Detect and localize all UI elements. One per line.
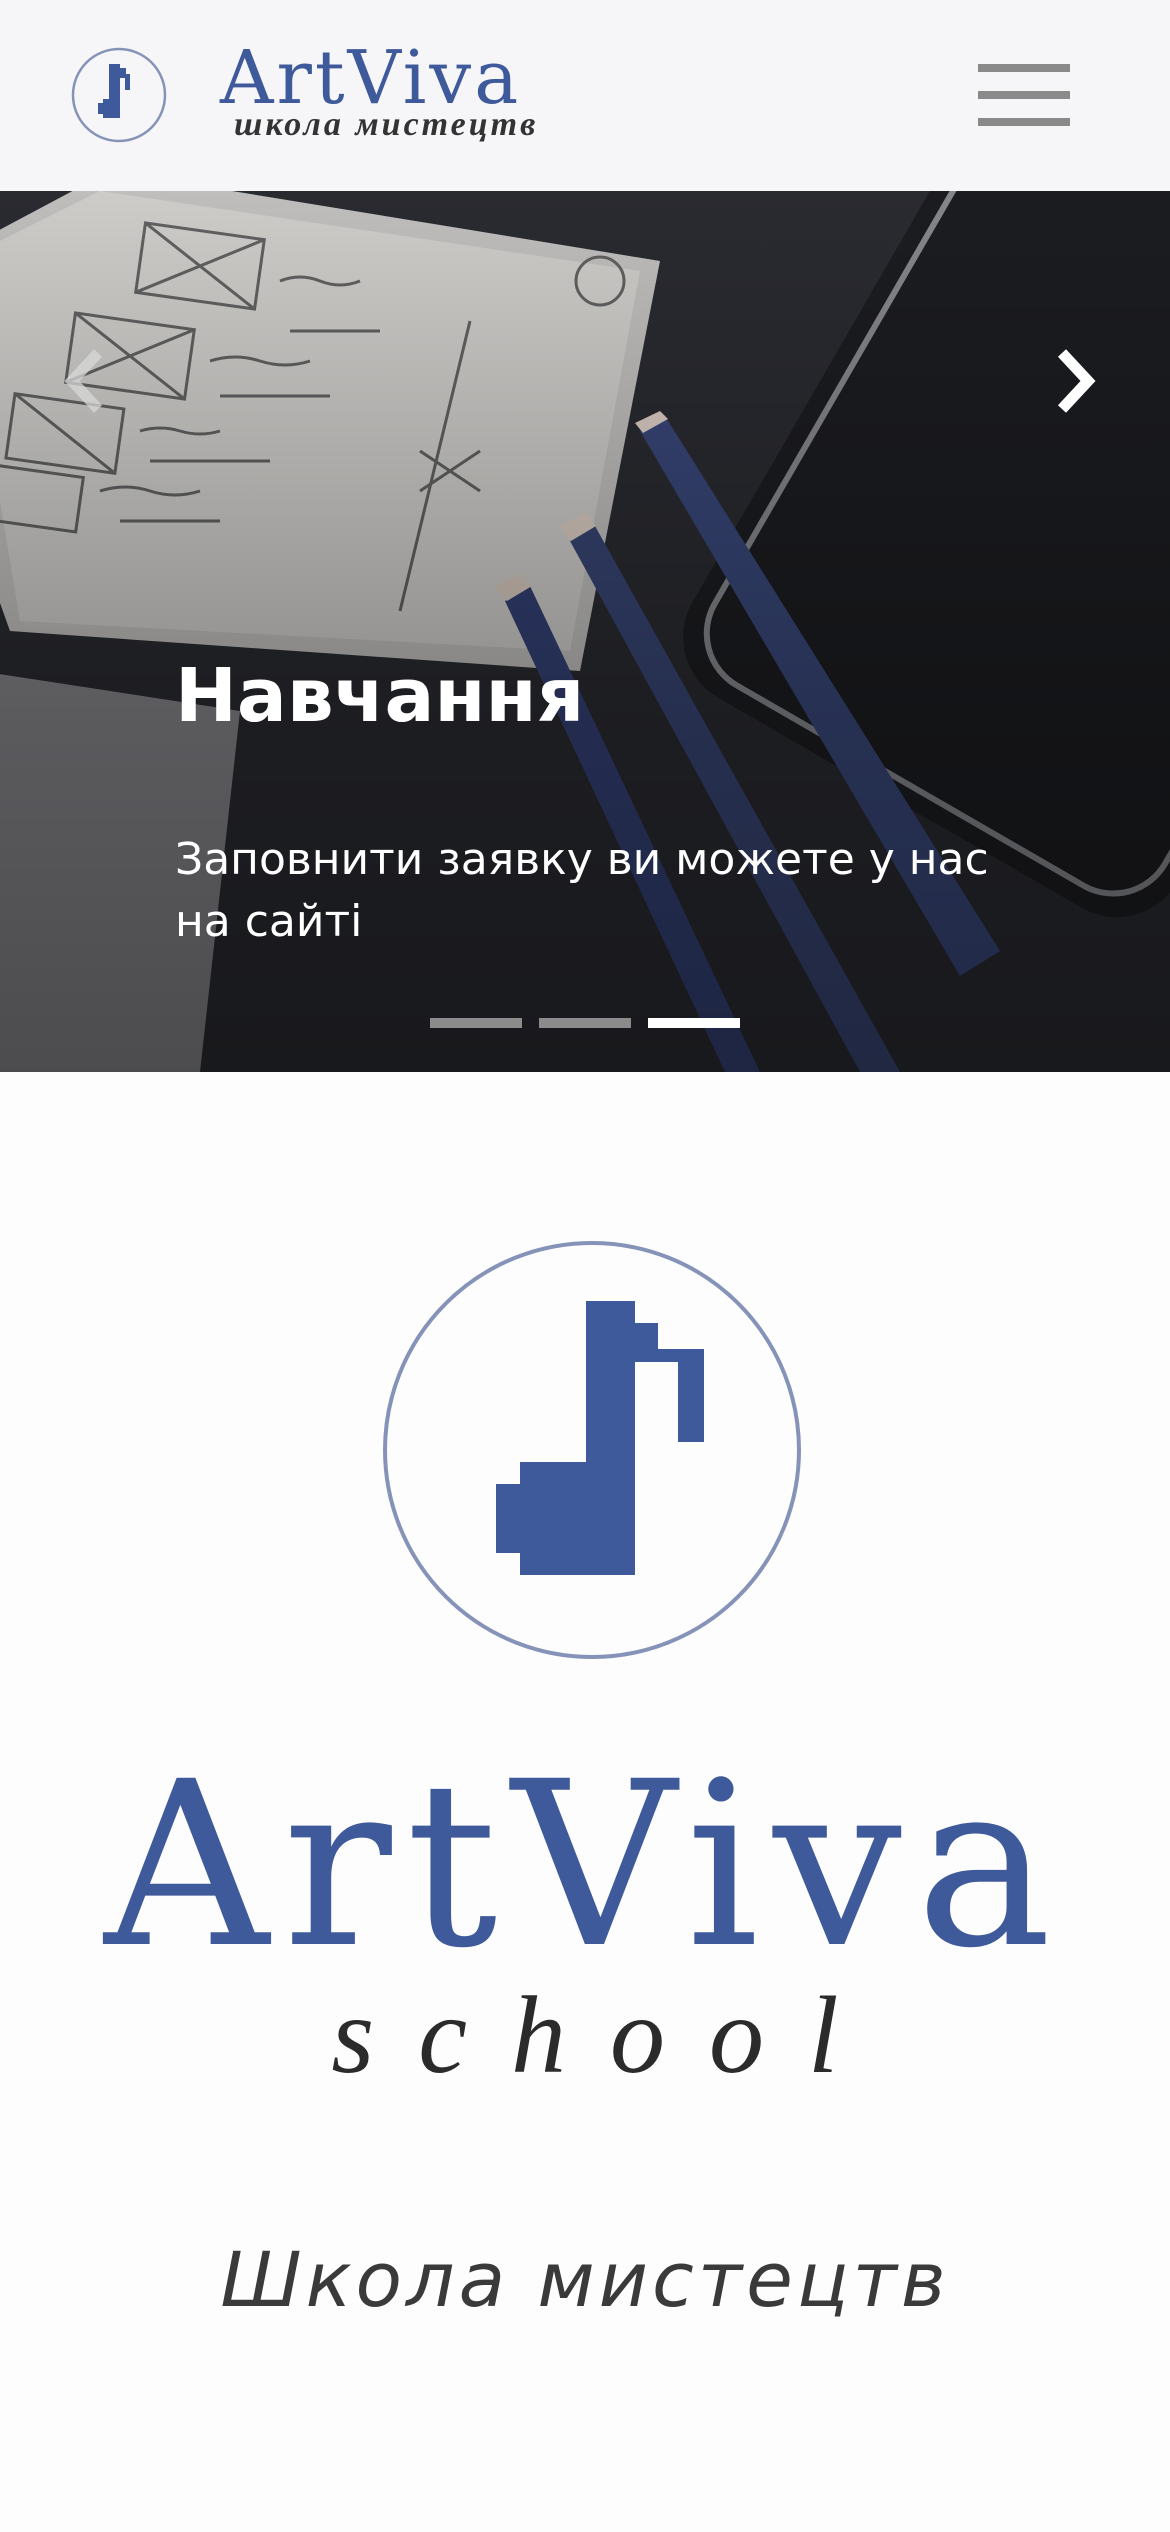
slide-title: Навчання <box>175 653 585 739</box>
site-header: ArtViva школа мистецтв <box>0 0 1170 191</box>
logo-subword: school <box>331 1974 883 2096</box>
carousel-indicator-3[interactable] <box>648 1018 740 1028</box>
slide-text: Заповнити заявку ви можете у нас на сайт… <box>175 834 989 947</box>
chevron-left-icon[interactable] <box>60 341 110 426</box>
hero-carousel: Навчання Заповнити заявку ви можете у на… <box>0 191 1170 1072</box>
music-note-icon <box>380 1238 804 1667</box>
school-subtitle: Школа мистецтв <box>220 2235 950 2324</box>
header-brand[interactable]: ArtViva школа мистецтв <box>220 38 560 143</box>
hamburger-menu-icon[interactable] <box>978 64 1070 126</box>
header-logo-icon[interactable] <box>70 46 168 149</box>
carousel-indicator-2[interactable] <box>539 1018 631 1028</box>
header-brand-tagline: школа мистецтв <box>234 106 539 143</box>
chevron-right-icon[interactable] <box>1050 341 1100 426</box>
carousel-indicator-1[interactable] <box>430 1018 522 1028</box>
logo-wordmark: ArtViva <box>104 1732 1066 1998</box>
